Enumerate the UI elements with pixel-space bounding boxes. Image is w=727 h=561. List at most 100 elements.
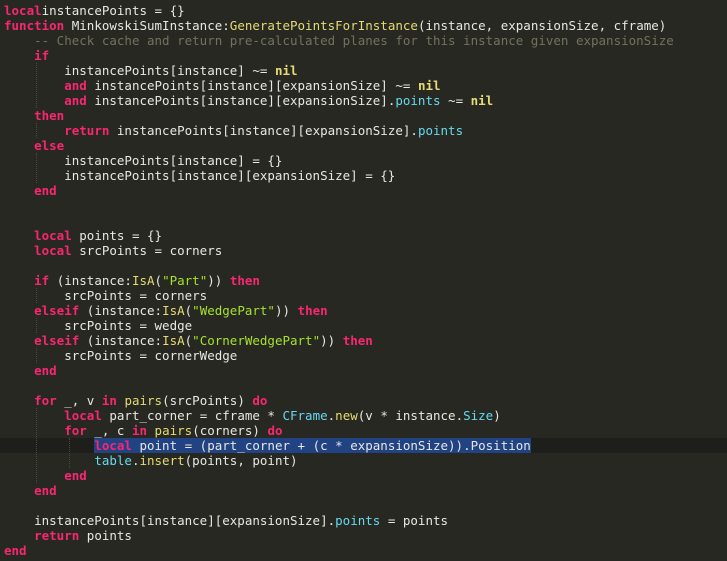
code-line[interactable]: local point = (part_corner + (c * expans… xyxy=(4,438,531,453)
code-line[interactable]: end xyxy=(4,483,57,498)
code-token: points = {} xyxy=(71,228,163,243)
code-token: )) xyxy=(274,303,291,318)
code-line[interactable]: if xyxy=(4,48,49,63)
code-token: nil xyxy=(417,78,441,93)
code-token: end xyxy=(34,483,57,498)
code-line[interactable]: if (instance:IsA("Part")) then xyxy=(4,273,260,288)
code-line[interactable]: and instancePoints[instance][expansionSi… xyxy=(4,78,441,93)
code-line[interactable]: for _, c in pairs(corners) do xyxy=(4,423,283,438)
code-token: do xyxy=(267,423,283,438)
code-token: local xyxy=(4,3,42,18)
code-line[interactable]: end xyxy=(4,543,27,558)
code-token: local xyxy=(64,408,102,423)
code-line[interactable]: localinstancePoints = {} xyxy=(4,3,185,18)
code-line[interactable]: instancePoints[instance][expansionSize].… xyxy=(4,513,448,528)
code-token: do xyxy=(252,393,268,408)
code-line[interactable]: end xyxy=(4,183,57,198)
code-token: srcPoints = corners xyxy=(4,288,208,303)
code-line[interactable]: instancePoints[instance] = {} xyxy=(4,153,282,168)
code-line[interactable]: local srcPoints = corners xyxy=(4,243,222,258)
code-token: and xyxy=(64,93,87,108)
code-token: points xyxy=(79,528,132,543)
code-token: return xyxy=(64,123,110,138)
code-token: part_corner = cframe * xyxy=(101,408,283,423)
code-token: if xyxy=(34,273,50,288)
code-token: instancePoints[instance][expansionSize]. xyxy=(4,513,336,528)
code-token: ( xyxy=(154,273,163,288)
code-line[interactable]: then xyxy=(4,108,64,123)
code-token: instancePoints[instance] = {} xyxy=(4,153,283,168)
code-line[interactable]: srcPoints = wedge xyxy=(4,318,192,333)
code-token: then xyxy=(34,108,65,123)
code-token: then xyxy=(335,333,373,348)
code-line[interactable]: and instancePoints[instance][expansionSi… xyxy=(4,93,493,108)
code-token: new xyxy=(335,408,358,423)
code-token: local xyxy=(94,438,132,453)
code-line[interactable]: end xyxy=(4,363,57,378)
code-token: points xyxy=(335,513,381,528)
code-token: )) xyxy=(320,333,336,348)
code-token: insert xyxy=(139,453,185,468)
code-token: elseif xyxy=(34,303,80,318)
code-token: end xyxy=(4,543,27,558)
code-line[interactable]: return points xyxy=(4,528,132,543)
code-token: in xyxy=(131,423,148,438)
code-token: IsA xyxy=(131,273,155,288)
code-line[interactable]: local points = {} xyxy=(4,228,162,243)
code-token: (instance: xyxy=(79,333,163,348)
code-token: points xyxy=(395,93,441,108)
code-token: _, c xyxy=(86,423,132,438)
code-token: pairs xyxy=(154,423,193,438)
code-token: for xyxy=(34,393,57,408)
code-token: MinkowskiSumInstance: xyxy=(64,18,230,33)
code-token: instancePoints[instance][expansionSize] … xyxy=(86,78,418,93)
code-line[interactable]: end xyxy=(4,468,87,483)
code-line[interactable]: for _, v in pairs(srcPoints) do xyxy=(4,393,267,408)
code-token: then xyxy=(290,303,328,318)
code-token: (corners) xyxy=(192,423,268,438)
code-token: instancePoints[instance][expansionSize]. xyxy=(109,123,418,138)
code-token: "Part" xyxy=(162,273,208,288)
code-line[interactable]: srcPoints = corners xyxy=(4,288,207,303)
code-editor[interactable]: localinstancePoints = {} function Minkows… xyxy=(0,0,727,561)
code-line[interactable]: elseif (instance:IsA("WedgePart")) then xyxy=(4,303,328,318)
code-token: points xyxy=(417,123,464,138)
code-token: if xyxy=(34,48,50,63)
code-line[interactable]: elseif (instance:IsA("CornerWedgePart"))… xyxy=(4,333,373,348)
code-token: IsA xyxy=(162,333,185,348)
code-line[interactable]: srcPoints = cornerWedge xyxy=(4,348,237,363)
code-token: for xyxy=(64,423,87,438)
code-token: = points xyxy=(380,513,449,528)
code-line[interactable]: local part_corner = cframe * CFrame.new(… xyxy=(4,408,501,423)
code-line[interactable]: table.insert(points, point) xyxy=(4,453,297,468)
code-line[interactable]: else xyxy=(4,138,64,153)
code-token: srcPoints = corners xyxy=(71,243,223,258)
code-token: (v * instance. xyxy=(357,408,464,423)
code-line[interactable]: return instancePoints[instance][expansio… xyxy=(4,123,463,138)
code-line[interactable]: function MinkowskiSumInstance:GeneratePo… xyxy=(4,18,666,33)
code-token: then xyxy=(222,273,260,288)
code-token: end xyxy=(34,183,57,198)
code-token: elseif xyxy=(34,333,80,348)
code-token: Size xyxy=(463,408,494,423)
code-token: "WedgePart" xyxy=(192,303,275,318)
code-token: in xyxy=(101,393,117,408)
code-line[interactable]: instancePoints[instance] ~= nil xyxy=(4,63,297,78)
code-line[interactable]: -- Check cache and return pre-calculated… xyxy=(4,33,674,48)
code-token: instancePoints[instance][expansionSize] … xyxy=(4,168,396,183)
code-token: point = (part_corner + (c * expansionSiz… xyxy=(131,438,531,453)
code-line[interactable]: instancePoints[instance][expansionSize] … xyxy=(4,168,395,183)
code-token: )) xyxy=(207,273,223,288)
